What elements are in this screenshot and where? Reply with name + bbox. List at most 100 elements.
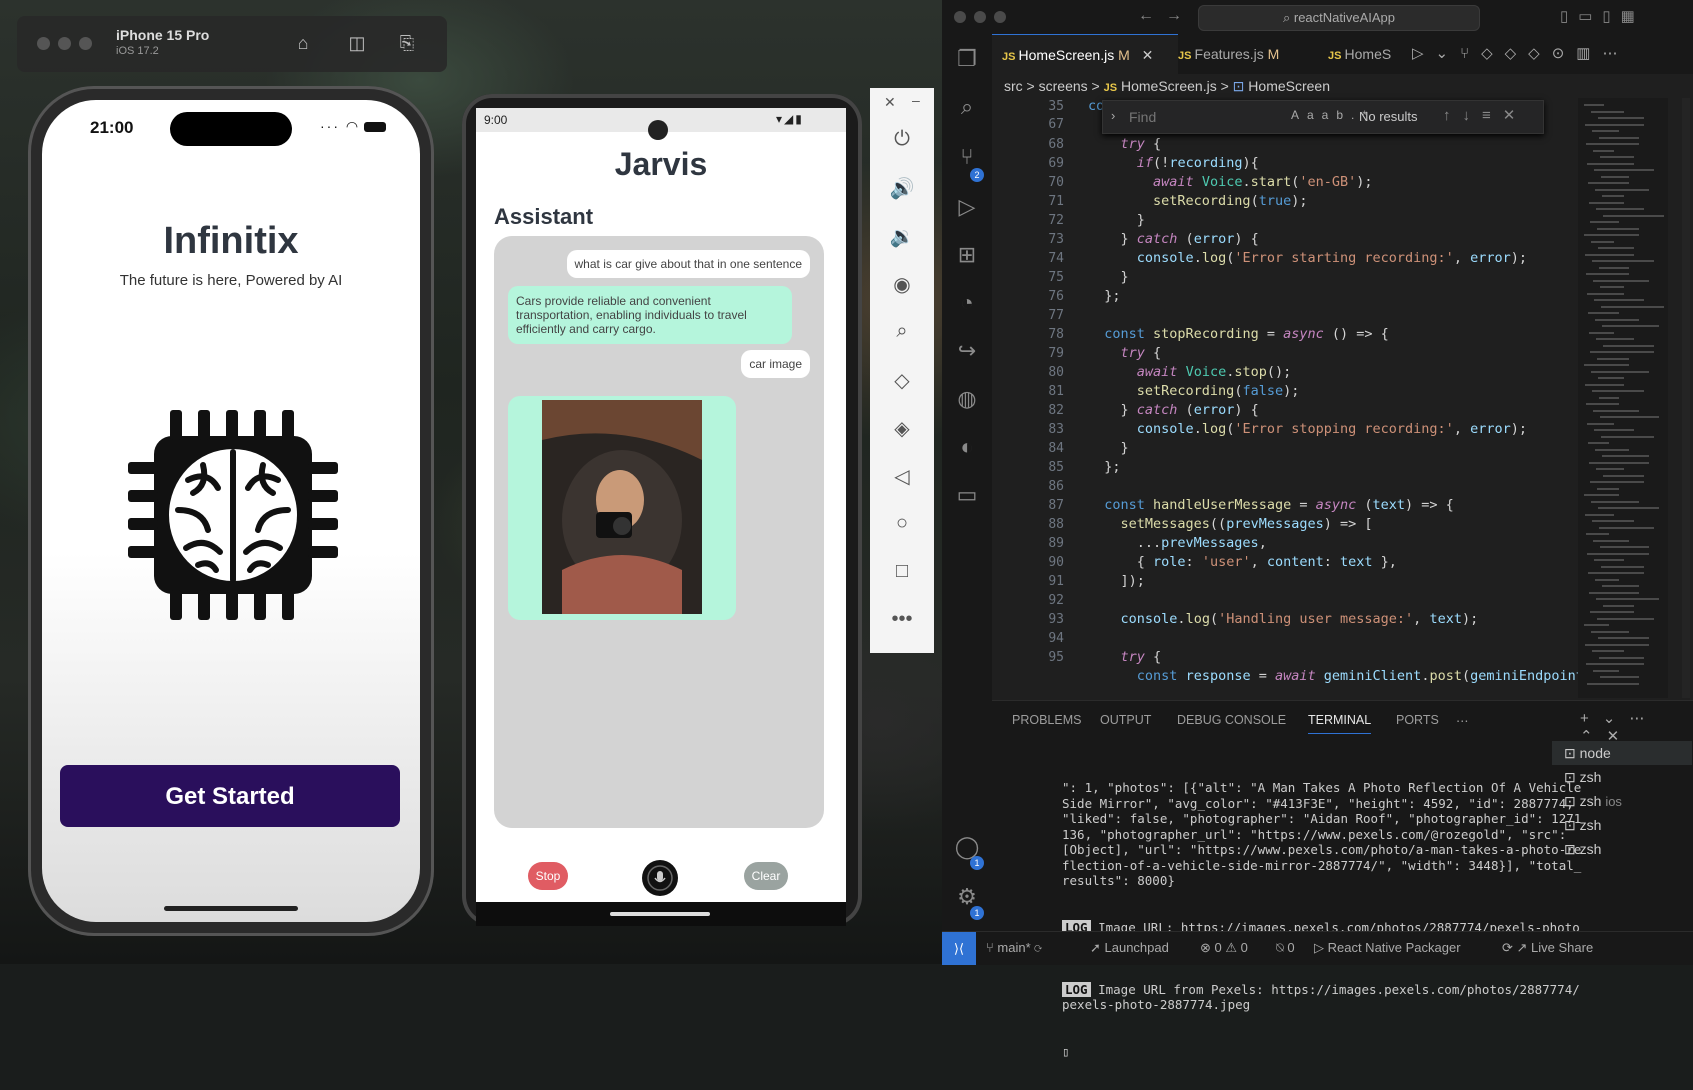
minimize-emulator-icon[interactable]: – bbox=[912, 92, 920, 108]
ports-indicator[interactable]: ⍉ 0 bbox=[1276, 940, 1295, 956]
tab-output[interactable]: OUTPUT bbox=[1100, 713, 1151, 727]
tab-debug-console[interactable]: DEBUG CONSOLE bbox=[1177, 713, 1286, 727]
line-number: 86 bbox=[1048, 479, 1064, 494]
screenshot-icon[interactable]: ◫ bbox=[346, 32, 368, 54]
comments-icon[interactable]: ▭ bbox=[942, 482, 992, 508]
volume-down-icon[interactable]: 🔉 bbox=[870, 224, 934, 249]
run-debug-icon[interactable]: ▷ bbox=[942, 194, 992, 220]
assistant-message: Cars provide reliable and convenient tra… bbox=[508, 286, 792, 344]
extensions-icon[interactable]: ⊞ bbox=[942, 242, 992, 268]
chat-container[interactable]: what is car give about that in one sente… bbox=[494, 236, 824, 828]
minimap-line bbox=[1602, 585, 1639, 587]
clear-button[interactable]: Clear bbox=[744, 862, 788, 890]
search-icon[interactable]: ⌕ bbox=[942, 94, 992, 120]
editor-tabs: JS HomeScreen.js M ✕ JS Features.js M JS… bbox=[992, 34, 1693, 75]
layout-toggle-icons[interactable]: ▯▭▯▦ bbox=[1560, 7, 1645, 25]
account-badge: 1 bbox=[970, 856, 984, 870]
settings-gear-icon[interactable]: ⚙ bbox=[942, 884, 992, 910]
overview-icon[interactable]: □ bbox=[870, 560, 934, 583]
bottom-panel: PROBLEMS OUTPUT DEBUG CONSOLE TERMINAL P… bbox=[992, 700, 1693, 1059]
github-icon[interactable]: ◍ bbox=[942, 386, 992, 412]
minimap-line bbox=[1594, 169, 1654, 171]
timeline-icon[interactable]: ◔ bbox=[942, 290, 992, 316]
terminal-item[interactable]: ⊡ zsh bbox=[1552, 813, 1692, 837]
js-file-icon: JS bbox=[1178, 50, 1195, 62]
terminal-item[interactable]: ⊡ zsh ios bbox=[1552, 789, 1692, 813]
home-indicator[interactable] bbox=[164, 906, 298, 911]
close-tab-icon[interactable]: ✕ bbox=[1142, 47, 1154, 63]
tab-ports[interactable]: PORTS bbox=[1396, 713, 1439, 727]
problems-indicator[interactable]: ⊗ 0 ⚠ 0 bbox=[1200, 940, 1248, 956]
workspace-name: reactNativeAIApp bbox=[1293, 10, 1396, 25]
breadcrumb-item[interactable]: HomeScreen bbox=[1248, 78, 1330, 94]
minimap[interactable] bbox=[1578, 98, 1668, 698]
breadcrumb-item[interactable]: src bbox=[1004, 78, 1023, 94]
account-icon[interactable]: ◯ bbox=[942, 834, 992, 860]
android-clock: 9:00 bbox=[484, 113, 508, 127]
volume-up-icon[interactable]: 🔊 bbox=[870, 176, 934, 201]
camera-icon[interactable]: ◉ bbox=[870, 272, 934, 297]
rotate-right-icon[interactable]: ◈ bbox=[870, 416, 934, 441]
more-icon[interactable]: ••• bbox=[870, 608, 934, 631]
terminal-list: ⊡ node ⊡ zsh ⊡ zsh ios ⊡ zsh ⊡ zsh bbox=[1552, 741, 1692, 861]
zoom-window-dot[interactable] bbox=[79, 37, 92, 50]
line-number: 89 bbox=[1048, 536, 1064, 551]
minimap-line bbox=[1601, 435, 1654, 438]
close-window-dot[interactable] bbox=[954, 11, 966, 23]
find-nav-icons[interactable]: ↑↓≡✕ bbox=[1443, 106, 1527, 124]
rotate-icon[interactable]: ⎘ bbox=[396, 32, 418, 54]
power-icon[interactable]: ⏻ bbox=[870, 128, 934, 151]
remote-icon[interactable]: ↪ bbox=[942, 338, 992, 364]
back-icon[interactable]: ◁ bbox=[870, 464, 934, 489]
home-icon[interactable]: ⌂ bbox=[292, 32, 314, 54]
minimap-line bbox=[1592, 520, 1634, 522]
tab-features[interactable]: JS Features.js M bbox=[1168, 34, 1328, 74]
more-tabs-icon[interactable]: ⋯ bbox=[1456, 713, 1469, 728]
home-circle-icon[interactable]: ○ bbox=[870, 512, 934, 535]
terminal-item[interactable]: ⊡ zsh bbox=[1552, 765, 1692, 789]
minimize-window-dot[interactable] bbox=[974, 11, 986, 23]
breadcrumb-item[interactable]: HomeScreen.js bbox=[1121, 78, 1217, 94]
zoom-icon[interactable]: ⌕ bbox=[870, 320, 934, 343]
close-window-dot[interactable] bbox=[37, 37, 50, 50]
tab-homes[interactable]: JS HomeS bbox=[1318, 34, 1408, 74]
live-share-status[interactable]: ⟳ ↗ Live Share bbox=[1502, 940, 1593, 956]
signal-wifi-icon: ··· ◠ bbox=[320, 118, 361, 134]
minimize-window-dot[interactable] bbox=[58, 37, 71, 50]
gesture-handle[interactable] bbox=[610, 912, 710, 916]
tab-problems[interactable]: PROBLEMS bbox=[1012, 713, 1081, 727]
rotate-left-icon[interactable]: ◇ bbox=[870, 368, 934, 393]
launchpad-button[interactable]: ➚ Launchpad bbox=[1090, 940, 1169, 956]
microphone-button[interactable] bbox=[642, 860, 678, 896]
minimap-line bbox=[1596, 468, 1624, 470]
tab-terminal[interactable]: TERMINAL bbox=[1308, 713, 1372, 734]
toggle-replace-icon[interactable]: › bbox=[1111, 108, 1115, 123]
source-control-icon[interactable]: ⑂ bbox=[942, 144, 992, 170]
find-input[interactable] bbox=[1127, 105, 1291, 129]
editor-scrollbar[interactable] bbox=[1682, 98, 1690, 698]
code-editor[interactable]: 35 67 68 69 70 71 72 73 74 75 76 77 78 79 80 81 82 83 84 85… bbox=[992, 98, 1622, 700]
packager-status[interactable]: ▷ React Native Packager bbox=[1314, 940, 1461, 956]
branch-indicator[interactable]: ⑂ main* ⟳ bbox=[986, 940, 1042, 955]
tab-homescreen[interactable]: JS HomeScreen.js M ✕ bbox=[992, 34, 1178, 75]
remote-indicator-icon[interactable]: ⟩⟨ bbox=[942, 932, 976, 965]
minimap-line bbox=[1603, 344, 1654, 347]
editor-actions-icons[interactable]: ▷⌄⑂◇◇◇⊙▥⋯ bbox=[1412, 44, 1629, 62]
minimap-line bbox=[1594, 559, 1624, 561]
zoom-window-dot[interactable] bbox=[994, 11, 1006, 23]
explorer-icon[interactable]: ❐ bbox=[942, 46, 992, 72]
panel-actions-icons[interactable]: +⌄⋯⌃✕ bbox=[1580, 709, 1693, 745]
close-emulator-icon[interactable]: ✕ bbox=[884, 94, 896, 111]
terminal-item[interactable]: ⊡ node bbox=[1552, 741, 1692, 765]
minimap-line bbox=[1584, 104, 1604, 106]
get-started-button[interactable]: Get Started bbox=[60, 765, 400, 827]
command-center-search[interactable]: ⌕ reactNativeAIApp bbox=[1198, 5, 1480, 31]
terminal-item[interactable]: ⊡ zsh bbox=[1552, 837, 1692, 861]
stop-button[interactable]: Stop bbox=[528, 862, 568, 890]
live-share-icon[interactable]: ◐ bbox=[942, 434, 992, 460]
app-title: Infinitix bbox=[163, 220, 299, 262]
forward-arrow-icon[interactable]: → bbox=[1166, 7, 1182, 25]
terminal-output[interactable]: ": 1, "photos": [{"alt": "A Man Takes A … bbox=[1062, 749, 1582, 1090]
breadcrumb-item[interactable]: screens bbox=[1039, 78, 1088, 94]
back-arrow-icon[interactable]: ← bbox=[1138, 7, 1154, 25]
